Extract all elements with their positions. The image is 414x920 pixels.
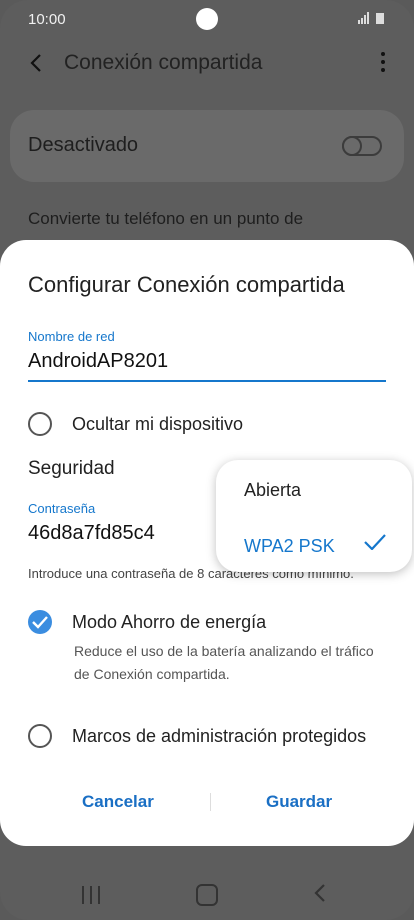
network-name-underline xyxy=(28,380,386,382)
app-bar: Conexión compartida xyxy=(0,38,414,90)
status-time: 10:00 xyxy=(28,11,66,28)
security-dropdown-menu: Abierta WPA2 PSK xyxy=(216,460,412,572)
cancel-button[interactable]: Cancelar xyxy=(82,792,154,812)
save-button[interactable]: Guardar xyxy=(266,792,332,812)
selected-check-icon xyxy=(364,534,386,555)
hotspot-toggle[interactable] xyxy=(342,136,382,156)
button-divider xyxy=(210,793,211,811)
nav-back-icon[interactable] xyxy=(312,882,328,909)
security-option-wpa2[interactable]: WPA2 PSK xyxy=(244,536,335,557)
signal-battery-icon xyxy=(358,12,388,27)
front-camera xyxy=(196,8,218,30)
power-saving-checkbox[interactable] xyxy=(28,610,52,634)
password-label: Contraseña xyxy=(28,501,96,516)
security-label: Seguridad xyxy=(28,458,115,479)
hotspot-description: Convierte tu teléfono en un punto de xyxy=(28,209,304,228)
phone-screen: 10:00 Conexión compartida Desactivado Co… xyxy=(0,0,414,920)
back-arrow-icon[interactable] xyxy=(26,52,48,74)
network-name-label: Nombre de red xyxy=(28,329,115,344)
security-option-open[interactable]: Abierta xyxy=(244,480,301,501)
hotspot-toggle-card[interactable]: Desactivado xyxy=(10,110,404,182)
hide-device-checkbox[interactable] xyxy=(28,412,52,436)
navigation-bar xyxy=(0,868,414,920)
status-bar: 10:00 xyxy=(0,0,414,38)
hotspot-status-label: Desactivado xyxy=(28,134,139,156)
pmf-label: Marcos de administración protegidos xyxy=(72,726,367,746)
password-input[interactable]: 46d8a7fd85c4 xyxy=(28,522,155,545)
power-saving-label: Modo Ahorro de energía xyxy=(72,612,267,632)
home-icon[interactable] xyxy=(196,884,218,906)
dialog-title: Configurar Conexión compartida xyxy=(28,272,345,297)
more-options-icon[interactable] xyxy=(380,52,386,76)
page-title: Conexión compartida xyxy=(64,51,263,74)
hide-device-label: Ocultar mi dispositivo xyxy=(72,414,244,434)
pmf-checkbox[interactable] xyxy=(28,724,52,748)
power-saving-description: Reduce el uso de la batería analizando e… xyxy=(74,643,374,682)
recent-apps-icon[interactable] xyxy=(82,886,100,904)
checkmark-icon xyxy=(32,616,48,629)
network-name-input[interactable]: AndroidAP8201 xyxy=(28,350,168,373)
